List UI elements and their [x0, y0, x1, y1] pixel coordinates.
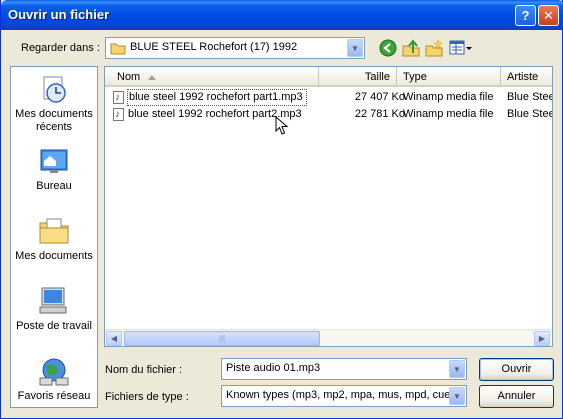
cancel-button[interactable]: Annuler [479, 385, 554, 408]
place-label: Poste de travail [16, 320, 92, 332]
filename-label: Nom du fichier : [105, 364, 183, 376]
chevron-down-icon[interactable]: ▼ [449, 387, 465, 405]
places-bar: Mes documents récents Bureau Mes documen… [10, 66, 98, 408]
place-recent-documents[interactable]: Mes documents récents [11, 73, 97, 134]
file-artist: Blue Stee [507, 91, 553, 103]
recent-documents-icon [38, 73, 70, 105]
file-artist: Blue Stee [507, 108, 553, 120]
views-menu-icon[interactable] [449, 39, 473, 57]
file-size: 27 407 Ko [354, 91, 405, 103]
chevron-down-icon[interactable]: ▼ [347, 39, 363, 57]
column-name-label: Nom [117, 71, 141, 83]
place-my-documents[interactable]: Mes documents [11, 215, 97, 263]
file-type: Winamp media file [403, 108, 494, 120]
place-desktop[interactable]: Bureau [11, 145, 97, 193]
sort-ascending-icon [148, 75, 156, 80]
folder-icon [110, 43, 126, 55]
open-button[interactable]: Ouvrir [479, 358, 554, 381]
place-label: Mes documents récents [15, 108, 93, 133]
help-button[interactable]: ? [515, 5, 536, 26]
new-folder-icon[interactable] [425, 39, 443, 57]
column-header-size[interactable]: Taille [319, 67, 397, 87]
lookin-label: Regarder dans : [21, 42, 100, 54]
list-header: Nom Taille Type Artiste [105, 67, 552, 87]
horizontal-scrollbar[interactable]: ◀ ||| ▶ [105, 329, 552, 346]
file-size: 22 781 Ko [354, 108, 405, 120]
filetype-value: Known types (mp3, mp2, mpa, mus, mpd, cu… [226, 389, 455, 401]
column-header-artist[interactable]: Artiste [501, 67, 552, 87]
desktop-icon [38, 145, 70, 177]
table-row[interactable]: blue steel 1992 rochefort part1.mp3 27 4… [105, 89, 552, 106]
filename-combo[interactable]: Piste audio 01.mp3 ▼ [221, 358, 467, 380]
column-header-type[interactable]: Type [397, 67, 501, 87]
place-label: Favoris réseau [17, 390, 91, 402]
dialog-title: Ouvrir un fichier [8, 7, 110, 22]
column-artist-label: Artiste [507, 71, 539, 83]
chevron-down-icon[interactable]: ▼ [449, 360, 465, 378]
grip-icon: ||| [218, 334, 226, 343]
column-type-label: Type [403, 71, 427, 83]
place-network[interactable]: Favoris réseau [11, 355, 97, 403]
help-icon: ? [521, 8, 530, 23]
scroll-right-button[interactable]: ▶ [534, 331, 550, 346]
lookin-value: BLUE STEEL Rochefort (17) 1992 [130, 41, 298, 53]
place-my-computer[interactable]: Poste de travail [11, 285, 97, 333]
file-name: blue steel 1992 rochefort part1.mp3 [127, 89, 307, 106]
column-size-label: Taille [364, 71, 390, 83]
open-file-dialog: Ouvrir un fichier ? ✕ Regarder dans : BL… [0, 0, 563, 419]
my-documents-icon [38, 215, 70, 247]
file-list[interactable]: Nom Taille Type Artiste blue steel 1992 … [104, 66, 553, 347]
table-row[interactable]: blue steel 1992 rochefort part2.mp3 22 7… [105, 106, 552, 123]
my-computer-icon [38, 285, 70, 317]
up-folder-icon[interactable] [402, 39, 420, 57]
place-label: Bureau [36, 180, 72, 192]
filename-input[interactable]: Piste audio 01.mp3 [226, 362, 320, 374]
close-button[interactable]: ✕ [538, 5, 559, 26]
mp3-file-icon [113, 89, 124, 106]
place-label: Mes documents [15, 250, 93, 262]
mouse-cursor-icon [275, 116, 289, 135]
network-places-icon [38, 355, 70, 387]
filetype-combo[interactable]: Known types (mp3, mp2, mpa, mus, mpd, cu… [221, 385, 467, 407]
mp3-file-icon [113, 106, 124, 123]
chevron-left-icon: ◀ [110, 334, 118, 343]
lookin-combo[interactable]: BLUE STEEL Rochefort (17) 1992 ▼ [105, 37, 365, 59]
scroll-left-button[interactable]: ◀ [106, 331, 122, 346]
file-type: Winamp media file [403, 91, 494, 103]
filetype-label: Fichiers de type : [105, 391, 189, 403]
column-header-name[interactable]: Nom [105, 67, 319, 87]
chevron-right-icon: ▶ [538, 334, 546, 343]
scroll-thumb[interactable]: ||| [124, 331, 320, 346]
title-bar[interactable]: Ouvrir un fichier ? ✕ [1, 0, 563, 30]
close-icon: ✕ [543, 7, 554, 23]
back-icon[interactable] [379, 39, 397, 57]
